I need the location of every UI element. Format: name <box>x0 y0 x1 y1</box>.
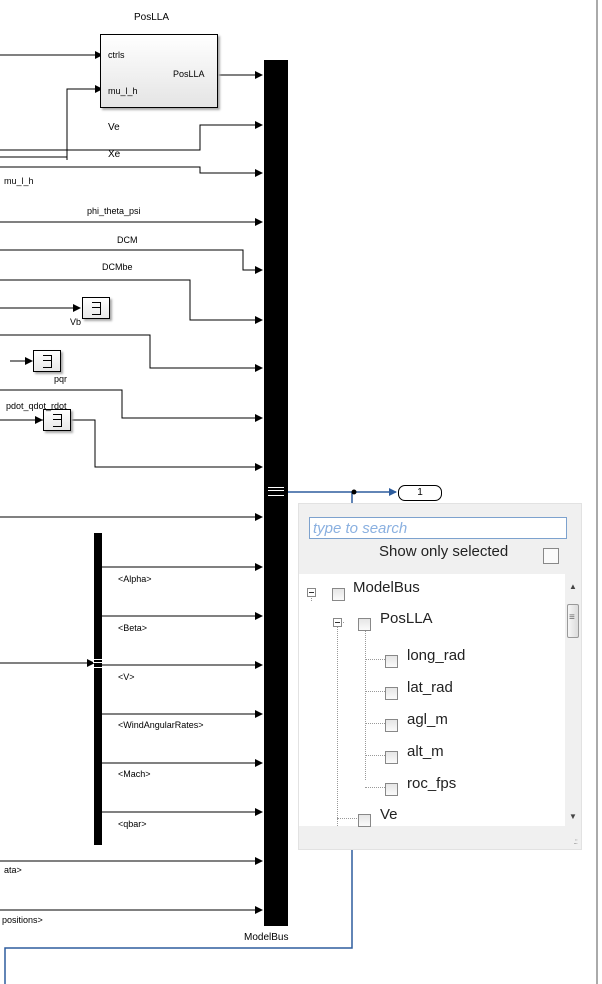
signal-line-dcmbe <box>0 279 263 324</box>
checkbox-modelbus[interactable] <box>332 588 345 601</box>
modelbus-bus-creator[interactable] <box>264 60 288 926</box>
poslla-title: PosLLA <box>134 12 170 23</box>
poslla-port-out: PosLLA <box>173 69 205 79</box>
poslla-port-ctrls: ctrls <box>108 50 125 60</box>
label-positions: positions> <box>2 915 43 925</box>
scrollbar-thumb[interactable] <box>567 604 579 638</box>
tree-node-alt-m[interactable]: alt_m <box>407 743 444 765</box>
bus-selector[interactable] <box>93 533 103 845</box>
checkbox-long-rad[interactable] <box>385 655 398 668</box>
signal-line-mu-l-h <box>0 150 68 158</box>
label-qbar: <qbar> <box>118 819 147 829</box>
checkbox-poslla[interactable] <box>358 618 371 631</box>
bus-selector-grip <box>93 659 103 668</box>
modelbus-label: ModelBus <box>244 932 289 943</box>
label-pqr: pqr <box>54 374 68 384</box>
label-ata: ata> <box>4 865 22 875</box>
poslla-port-mu-l-h: mu_l_h <box>108 86 138 96</box>
checkbox-roc-fps[interactable] <box>385 783 398 796</box>
scope-pqr[interactable] <box>33 350 61 372</box>
checkbox-agl-m[interactable] <box>385 719 398 732</box>
signal-line-mu-l-h-in <box>66 85 103 160</box>
tree-guide-leaf-2 <box>365 691 385 692</box>
signal-tree: ModelBus PosLLA long_rad lat_rad agl_m a… <box>299 574 565 828</box>
branch-point <box>351 489 357 495</box>
tree-node-lat-rad[interactable]: lat_rad <box>407 679 453 701</box>
tree-guide-root-children <box>337 622 338 826</box>
label-dcmbe: DCMbe <box>102 262 133 272</box>
tree-node-roc-fps[interactable]: roc_fps <box>407 775 456 797</box>
tree-guide-ve <box>337 818 357 819</box>
collapse-icon-modelbus[interactable] <box>307 588 316 597</box>
checkbox-ve[interactable] <box>358 814 371 827</box>
tree-guide-poslla-children <box>365 630 366 780</box>
signal-line-pdot-bus <box>0 419 263 471</box>
scope-vb[interactable] <box>82 297 110 319</box>
signal-selector-popup: Show only selected ModelBus PosLLA long_… <box>298 503 582 850</box>
tree-node-ve[interactable]: Ve <box>380 806 398 828</box>
tree-guide-leaf-4 <box>365 755 385 756</box>
resize-grip-icon[interactable]: .:: <box>573 837 578 846</box>
label-pdot-qdot-rdot: pdot_qdot_rdot <box>6 401 67 411</box>
tree-scrollbar[interactable]: ▲ ▼ <box>567 574 579 826</box>
tree-guide-leaf-3 <box>365 723 385 724</box>
label-ve: Ve <box>108 122 120 133</box>
label-alpha: <Alpha> <box>118 574 152 584</box>
label-phi-theta-psi: phi_theta_psi <box>87 206 141 216</box>
collapse-icon-poslla[interactable] <box>333 618 342 627</box>
label-windrates: <WindAngularRates> <box>118 720 204 730</box>
tree-guide-leaf-5 <box>365 787 385 788</box>
scroll-up-icon[interactable]: ▲ <box>569 582 577 591</box>
poslla-block[interactable]: ctrls mu_l_h PosLLA <box>100 34 218 108</box>
label-mu-l-h: mu_l_h <box>4 176 34 186</box>
label-beta: <Beta> <box>118 623 148 633</box>
show-only-selected-label: Show only selected <box>379 543 509 560</box>
label-v: <V> <box>118 672 135 682</box>
checkbox-lat-rad[interactable] <box>385 687 398 700</box>
tree-node-modelbus[interactable]: ModelBus <box>353 579 420 601</box>
tree-node-poslla[interactable]: PosLLA <box>380 610 433 632</box>
signal-line-xe <box>0 166 263 177</box>
scroll-down-icon[interactable]: ▼ <box>569 812 577 821</box>
label-dcm: DCM <box>117 235 138 245</box>
checkbox-alt-m[interactable] <box>385 751 398 764</box>
tree-node-long-rad[interactable]: long_rad <box>407 647 465 669</box>
outport-1[interactable]: 1 <box>398 485 442 501</box>
search-input[interactable] <box>309 517 567 539</box>
tree-node-agl-m[interactable]: agl_m <box>407 711 448 733</box>
scope-pdot[interactable] <box>43 409 71 431</box>
label-xe: Xe <box>108 149 121 160</box>
bus-creator-grip <box>268 487 284 496</box>
signal-line-ve <box>0 121 263 151</box>
label-mach: <Mach> <box>118 769 151 779</box>
label-vb: Vb <box>70 317 82 327</box>
tree-guide-leaf-1 <box>365 659 385 660</box>
show-only-selected-checkbox[interactable] <box>543 548 559 564</box>
